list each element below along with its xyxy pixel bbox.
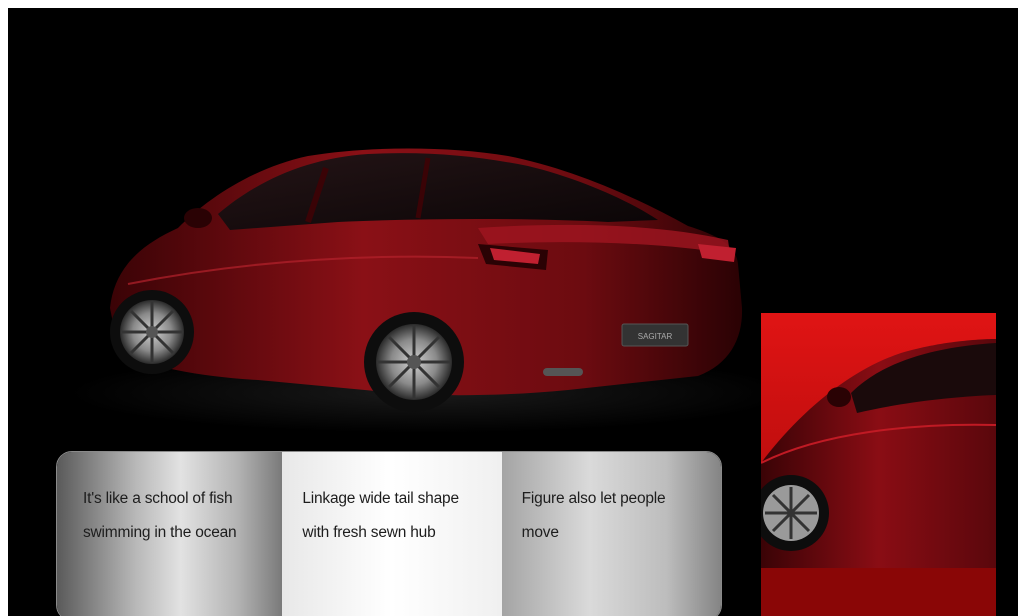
- feature-card-tail-shape: Linkage wide tail shape with fresh sewn …: [282, 452, 502, 616]
- feature-text: Figure also let people move: [521, 490, 666, 541]
- svg-text:SAGITAR: SAGITAR: [638, 332, 673, 341]
- feature-card-figure: Figure also let people move: [501, 452, 721, 616]
- car-side-image: [761, 313, 996, 616]
- feature-panel: It's like a school of fish swimming in t…: [56, 451, 722, 616]
- feature-card-school-of-fish: It's like a school of fish swimming in t…: [57, 452, 283, 616]
- car-side-thumbnail: [761, 313, 996, 616]
- feature-text: It's like a school of fish swimming in t…: [83, 490, 237, 541]
- promo-stage: SAGITAR It's like a school of fish swimm…: [8, 8, 1018, 616]
- feature-text: Linkage wide tail shape with fresh sewn …: [302, 490, 459, 541]
